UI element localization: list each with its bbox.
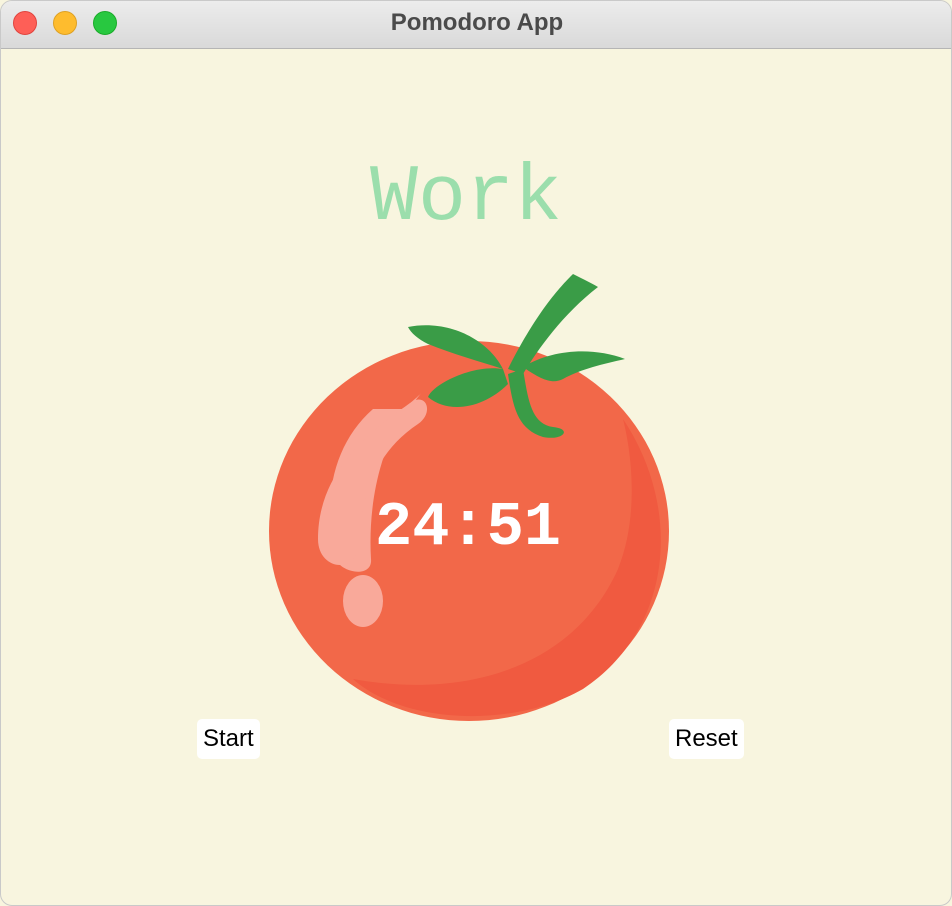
mode-label: Work xyxy=(369,153,563,244)
timer-display: 24:51 xyxy=(374,492,562,563)
window-title: Pomodoro App xyxy=(390,9,564,36)
title-bar[interactable]: Pomodoro App xyxy=(1,1,951,49)
app-window: Pomodoro App Work 24:51 Start Reset xyxy=(0,0,952,906)
reset-button[interactable]: Reset xyxy=(669,719,744,759)
start-button[interactable]: Start xyxy=(197,719,260,759)
